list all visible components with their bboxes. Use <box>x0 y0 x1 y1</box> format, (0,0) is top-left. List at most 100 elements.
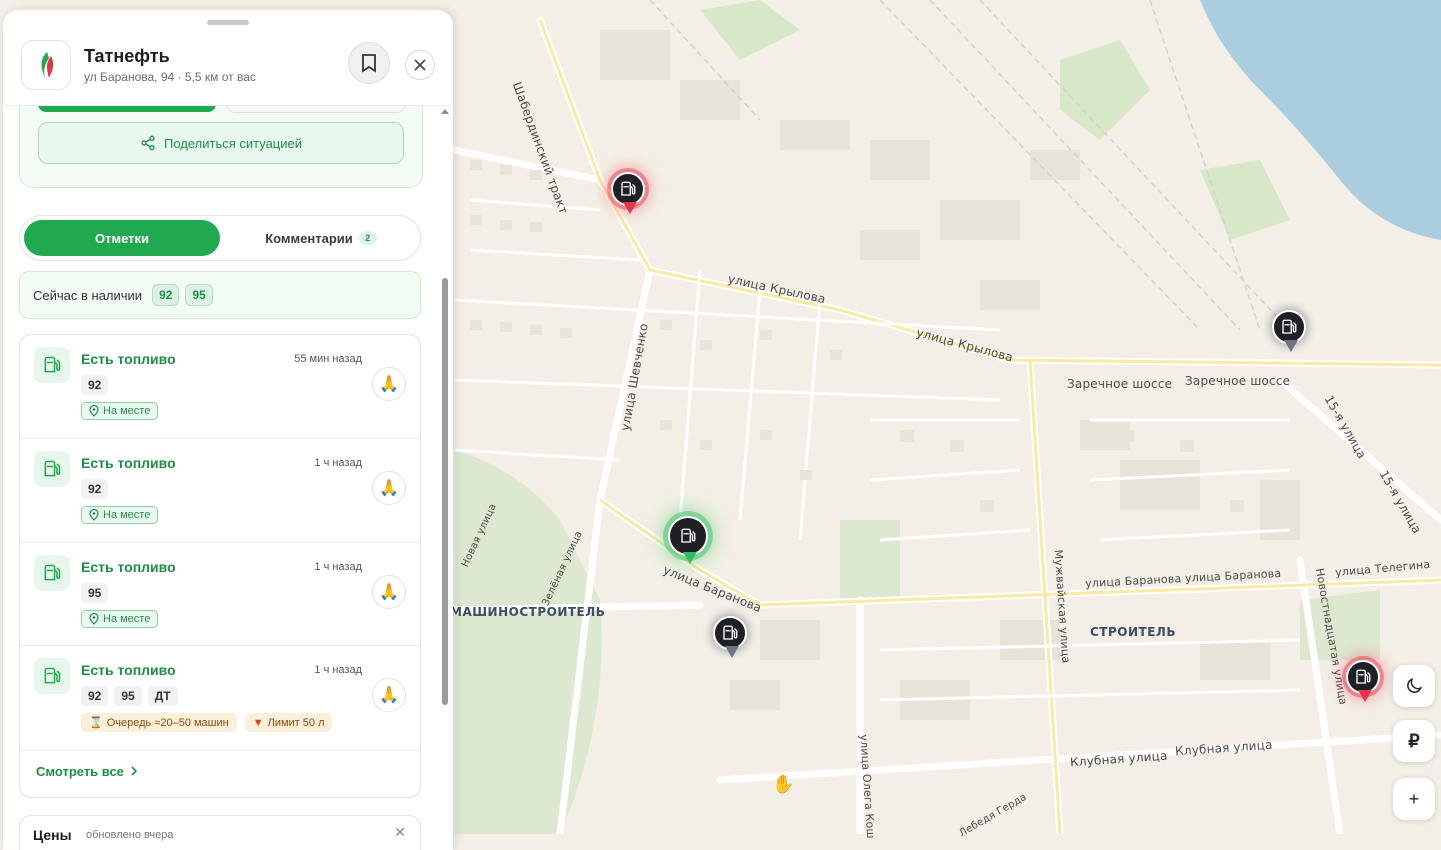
thanks-button[interactable]: 🙏 <box>372 471 406 505</box>
currency-button[interactable]: ₽ <box>1393 720 1435 762</box>
station-panel: Татнефть ул Баранова, 94 · 5,5 км от вас… <box>3 10 453 850</box>
report-title: Есть топливо <box>81 662 176 678</box>
prices-title: Цены <box>33 827 72 843</box>
fuel-pump-icon <box>34 658 70 694</box>
see-all-link[interactable]: Смотреть все <box>36 751 138 791</box>
on-site-tag: На месте <box>81 506 159 524</box>
hand-cursor-icon: ✋ <box>772 774 795 794</box>
report-time: 1 ч назад <box>314 457 362 469</box>
fuel-chip: 92 <box>81 686 109 706</box>
fuel-chip: 92 <box>152 284 180 306</box>
availability-label: Сейчас в наличии <box>33 287 143 303</box>
fuel-chip: 95 <box>185 284 213 306</box>
praying-hands-icon: 🙏 <box>379 687 399 704</box>
fuel-pump-icon <box>621 181 636 196</box>
report-actions-box: изменилась Поделиться ситуацией <box>19 95 423 188</box>
tag-label: Лимит 50 л <box>267 716 325 729</box>
report-time: 55 мин назад <box>294 353 362 365</box>
thanks-button[interactable]: 🙏 <box>372 678 406 712</box>
fuel-station-marker[interactable] <box>611 172 645 214</box>
district-label: МАШИНОСТРОИТЕЛЬ <box>450 605 606 619</box>
comments-count-badge: 2 <box>358 231 377 245</box>
tag-label: Очередь ≈20–50 машин <box>106 716 229 729</box>
report-item: Есть топливо 55 мин назад 92 На месте 🙏 <box>20 335 420 439</box>
location-pin-icon <box>89 613 99 625</box>
ruble-icon: ₽ <box>1408 730 1420 751</box>
on-site-tag: На месте <box>81 610 159 628</box>
prices-subtitle: обновлено вчера <box>86 829 174 841</box>
close-icon <box>414 59 426 71</box>
tab-comments[interactable]: Комментарии 2 <box>224 220 418 256</box>
report-title: Есть топливо <box>81 351 176 367</box>
prices-card[interactable]: Цены обновлено вчера ✕ <box>19 815 421 850</box>
night-mode-button[interactable] <box>1393 665 1435 707</box>
report-title: Есть топливо <box>81 559 176 575</box>
tag-label: На месте <box>103 613 151 625</box>
panel-scroll-area[interactable]: изменилась Поделиться ситуацией Отметки … <box>3 95 453 850</box>
share-situation-button[interactable]: Поделиться ситуацией <box>38 122 404 164</box>
see-all-label: Смотреть все <box>36 763 124 779</box>
moon-icon <box>1407 677 1423 693</box>
tab-comments-label: Комментарии <box>265 230 353 246</box>
tab-marks-label: Отметки <box>94 230 150 246</box>
fuel-station-marker[interactable] <box>713 616 747 658</box>
praying-hands-icon: 🙏 <box>379 376 399 393</box>
fuel-station-marker-selected[interactable] <box>668 516 708 564</box>
thanks-button[interactable]: 🙏 <box>372 367 406 401</box>
praying-hands-icon: 🙏 <box>379 480 399 497</box>
share-icon <box>141 135 155 151</box>
scrollbar-thumb[interactable] <box>442 278 448 705</box>
fuel-chip: 92 <box>81 375 109 395</box>
brand-logo <box>21 40 71 90</box>
queue-tag: ⌛ Очередь ≈20–50 машин <box>81 713 237 732</box>
district-label: СТРОИТЕЛЬ <box>1090 625 1177 639</box>
tatneft-logo-icon <box>41 52 54 78</box>
station-title: Татнефть <box>84 46 170 66</box>
location-pin-icon <box>89 405 99 417</box>
fuel-pump-icon <box>681 528 696 543</box>
reports-list: Есть топливо 55 мин назад 92 На месте 🙏 … <box>19 334 421 798</box>
hourglass-icon: ⌛ <box>89 717 103 729</box>
fuel-chip: ДТ <box>147 686 178 706</box>
street-label: Заречное шоссе <box>1185 374 1291 388</box>
report-time: 1 ч назад <box>314 664 362 676</box>
fuel-chip: 92 <box>81 479 109 499</box>
limit-triangle-icon: ▼ <box>252 716 264 729</box>
fuel-chip: 95 <box>81 583 109 603</box>
panel-tabs: Отметки Комментарии 2 <box>19 215 421 261</box>
chevron-right-icon <box>131 766 138 776</box>
fuel-pump-icon <box>723 625 738 640</box>
tab-marks[interactable]: Отметки <box>24 220 220 256</box>
panel-header: Татнефть ул Баранова, 94 · 5,5 км от вас <box>3 10 453 106</box>
praying-hands-icon: 🙏 <box>379 584 399 601</box>
street-label: Заречное шоссе <box>1067 377 1173 391</box>
limit-tag: ▼ Лимит 50 л <box>244 713 333 732</box>
report-item: Есть топливо 1 ч назад 92 На месте 🙏 <box>20 439 420 543</box>
tag-label: На месте <box>103 509 151 521</box>
fuel-pump-icon <box>1282 319 1297 334</box>
fuel-station-marker[interactable] <box>1272 310 1306 352</box>
chevron-down-icon: ✕ <box>394 824 406 840</box>
availability-box: Сейчас в наличии 92 95 <box>19 271 421 319</box>
station-address: ул Баранова, 94 · 5,5 км от вас <box>84 70 256 84</box>
fuel-station-marker[interactable] <box>1346 660 1380 702</box>
tag-label: На месте <box>103 405 151 417</box>
fuel-pump-icon <box>34 555 70 591</box>
drag-handle[interactable] <box>207 20 249 25</box>
panel-scrollbar[interactable] <box>440 105 450 850</box>
fuel-pump-icon <box>1356 669 1371 684</box>
location-pin-icon <box>89 509 99 521</box>
plus-icon: + <box>1408 788 1420 809</box>
fuel-pump-icon <box>34 451 70 487</box>
zoom-in-button[interactable]: + <box>1393 778 1435 820</box>
report-time: 1 ч назад <box>314 561 362 573</box>
report-item: Есть топливо 1 ч назад 95 На месте 🙏 <box>20 543 420 646</box>
close-button[interactable] <box>405 50 435 80</box>
bookmark-button[interactable] <box>348 42 390 84</box>
share-label: Поделиться ситуацией <box>163 135 303 151</box>
on-site-tag: На месте <box>81 402 159 420</box>
thanks-button[interactable]: 🙏 <box>372 575 406 609</box>
report-title: Есть топливо <box>81 455 176 471</box>
scroll-up-arrow[interactable] <box>441 109 449 114</box>
bookmark-icon <box>362 54 376 73</box>
